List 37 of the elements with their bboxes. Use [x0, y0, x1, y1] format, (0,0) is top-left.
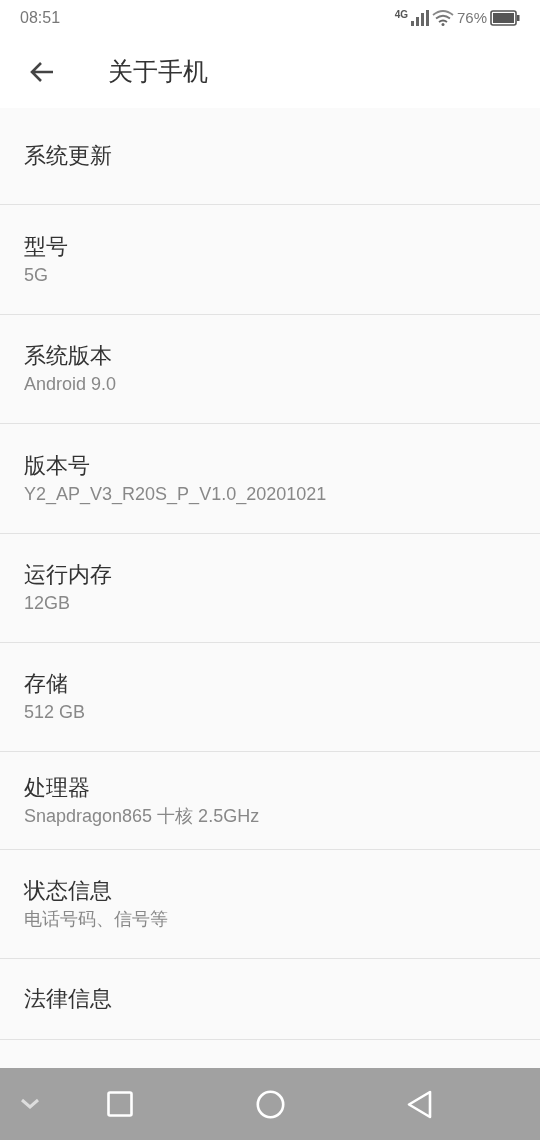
item-subtitle: Android 9.0: [24, 373, 118, 396]
item-title: 版本号: [24, 451, 91, 480]
battery-icon: [490, 10, 520, 26]
item-subtitle: Y2_AP_V3_R20S_P_V1.0_20201021: [24, 482, 328, 507]
settings-item[interactable]: 运行内存 12GB: [0, 534, 540, 643]
item-subtitle: 512 GB: [24, 701, 87, 724]
settings-item[interactable]: 处理器 Snapdragon865 十核 2.5GHz: [0, 752, 540, 850]
item-subtitle: 12GB: [24, 592, 72, 615]
item-title: 运行内存: [24, 561, 113, 589]
item-title: 存储: [24, 670, 69, 698]
chevron-down-icon[interactable]: [20, 1098, 40, 1110]
item-subtitle: 5G: [24, 263, 49, 287]
settings-item[interactable]: 状态信息 电话号码、信号等: [0, 850, 540, 959]
network-type: 4G: [394, 7, 408, 22]
settings-item[interactable]: 系统更新: [0, 108, 540, 205]
item-title: 系统更新: [24, 142, 113, 170]
status-time: 08:51: [20, 8, 61, 28]
item-title: 型号: [24, 232, 69, 261]
settings-item[interactable]: 型号 5G: [0, 205, 540, 315]
item-title: 状态信息: [24, 877, 113, 905]
item-title: 法律信息: [24, 985, 113, 1013]
page-title: 关于手机: [108, 56, 208, 88]
signal-icon: [410, 10, 429, 26]
home-icon[interactable]: [256, 1089, 285, 1119]
item-subtitle: Snapdragon865 十核 2.5GHz: [24, 804, 261, 828]
wifi-icon: [431, 10, 454, 26]
item-subtitle: 电话号码、信号等: [24, 908, 169, 931]
item-title: 系统版本: [24, 342, 113, 370]
settings-item[interactable]: 系统版本 Android 9.0: [0, 315, 540, 424]
recents-icon[interactable]: [107, 1091, 133, 1117]
back-icon[interactable]: [407, 1089, 433, 1119]
settings-item[interactable]: 法律信息: [0, 959, 540, 1040]
item-title: 处理器: [24, 773, 91, 802]
battery-percent: 76%: [456, 7, 487, 28]
settings-item[interactable]: 存储 512 GB: [0, 643, 540, 752]
back-arrow-icon: [29, 61, 55, 83]
settings-item[interactable]: 版本号 Y2_AP_V3_R20S_P_V1.0_20201021: [0, 424, 540, 534]
